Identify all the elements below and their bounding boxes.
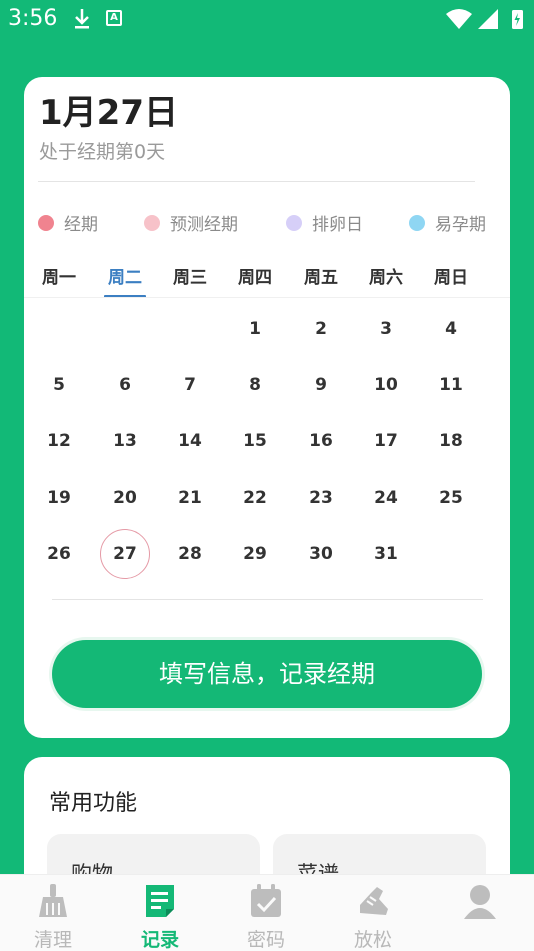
calendar-day[interactable]: 14 xyxy=(165,416,215,466)
calendar-day[interactable]: 17 xyxy=(361,416,411,466)
calendar-day[interactable]: 19 xyxy=(34,473,84,523)
calendar-day[interactable]: 10 xyxy=(361,360,411,410)
bottom-nav: 清理 记录 密码 放松 xyxy=(0,874,534,951)
nav-password[interactable]: 密码 xyxy=(216,875,316,951)
nav-clean[interactable]: 清理 xyxy=(3,875,103,951)
keyboard-icon: A xyxy=(106,10,122,26)
calendar-day[interactable]: 21 xyxy=(165,473,215,523)
tab-thursday[interactable]: 周四 xyxy=(225,263,285,288)
calendar-day[interactable]: 11 xyxy=(426,360,476,410)
tab-wednesday[interactable]: 周三 xyxy=(160,263,220,288)
download-icon xyxy=(75,9,89,29)
nav-record[interactable]: 记录 xyxy=(110,875,210,951)
calendar-day[interactable]: 29 xyxy=(230,529,280,579)
tab-monday[interactable]: 周一 xyxy=(29,263,89,288)
nav-profile[interactable] xyxy=(430,875,530,951)
tab-friday[interactable]: 周五 xyxy=(291,263,351,288)
calendar-day[interactable]: 18 xyxy=(426,416,476,466)
calendar-day[interactable]: 7 xyxy=(165,360,215,410)
period-status: 处于经期第0天 xyxy=(39,141,166,163)
calendar-day[interactable]: 5 xyxy=(34,360,84,410)
calendar-day[interactable]: 2 xyxy=(296,304,346,354)
tab-saturday[interactable]: 周六 xyxy=(356,263,416,288)
calendar-day[interactable]: 16 xyxy=(296,416,346,466)
calendar-day[interactable]: 15 xyxy=(230,416,280,466)
legend-period: 经期 xyxy=(38,210,98,235)
legend-dot-period xyxy=(38,214,54,231)
status-bar: 3:56 A xyxy=(0,0,534,40)
weekday-divider xyxy=(24,297,510,298)
status-icons xyxy=(446,9,523,29)
calendar-day-today[interactable]: 27 xyxy=(100,529,150,579)
profile-icon xyxy=(464,885,496,919)
calendar-day[interactable]: 3 xyxy=(361,304,411,354)
legend-dot-fertile xyxy=(409,214,425,231)
note-icon xyxy=(146,885,174,917)
calendar-day[interactable]: 12 xyxy=(34,416,84,466)
legend-predicted-period: 预测经期 xyxy=(144,210,238,235)
calendar-card: 1月27日 处于经期第0天 经期 预测经期 排卵日 易孕期 周一 周二 周三 周… xyxy=(24,77,510,738)
divider xyxy=(38,181,475,182)
status-time: 3:56 xyxy=(8,6,58,31)
divider xyxy=(52,599,483,600)
calendar-day[interactable]: 28 xyxy=(165,529,215,579)
broom-icon xyxy=(39,884,67,917)
weekday-tabs: 周一 周二 周三 周四 周五 周六 周日 xyxy=(24,255,510,298)
wifi-icon xyxy=(446,9,472,29)
legend-fertile: 易孕期 xyxy=(409,210,486,235)
calendar-day[interactable]: 9 xyxy=(296,360,346,410)
date-title: 1月27日 xyxy=(39,93,178,133)
calendar-day[interactable]: 22 xyxy=(230,473,280,523)
calendar-day[interactable]: 24 xyxy=(361,473,411,523)
legend-dot-predicted xyxy=(144,214,160,231)
nav-relax[interactable]: 放松 xyxy=(323,875,423,951)
shoe-icon xyxy=(360,887,388,915)
calendar-day[interactable]: 13 xyxy=(100,416,150,466)
calendar-day[interactable]: 31 xyxy=(361,529,411,579)
calendar-day[interactable]: 30 xyxy=(296,529,346,579)
calendar-day[interactable]: 23 xyxy=(296,473,346,523)
calendar-day[interactable]: 1 xyxy=(230,304,280,354)
calendar-day[interactable]: 20 xyxy=(100,473,150,523)
tab-tuesday[interactable]: 周二 xyxy=(95,263,155,288)
legend-ovulation: 排卵日 xyxy=(286,210,363,235)
calendar-day[interactable]: 6 xyxy=(100,360,150,410)
calendar-day[interactable]: 26 xyxy=(34,529,84,579)
signal-icon xyxy=(478,9,498,29)
record-period-button[interactable]: 填写信息，记录经期 xyxy=(52,640,482,708)
calendar-check-icon xyxy=(251,884,281,917)
calendar-day[interactable]: 8 xyxy=(230,360,280,410)
legend-dot-ovulation xyxy=(286,214,302,231)
calendar-day[interactable]: 4 xyxy=(426,304,476,354)
tab-sunday[interactable]: 周日 xyxy=(421,263,481,288)
section-title: 常用功能 xyxy=(49,791,138,816)
calendar-day[interactable]: 25 xyxy=(426,473,476,523)
